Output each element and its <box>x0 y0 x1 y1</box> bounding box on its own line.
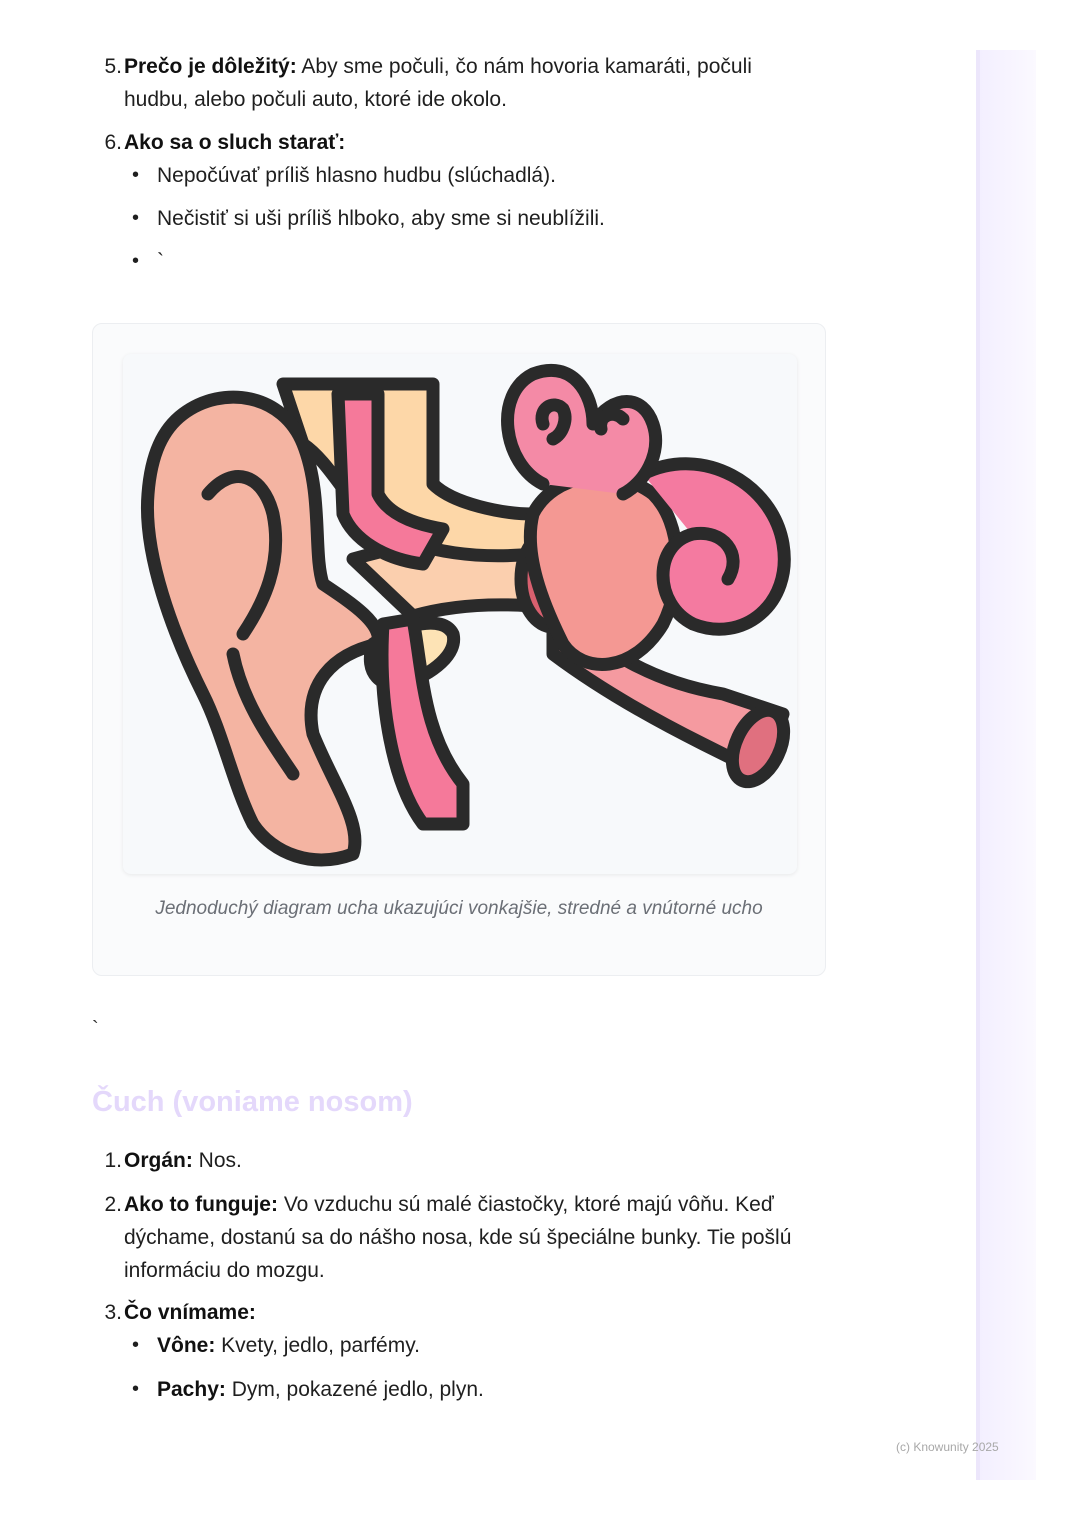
list-label: Ako sa o sluch starať: <box>124 131 346 154</box>
bullet-label: Vône: <box>157 1334 216 1357</box>
list-text-line: Nos. <box>192 1149 242 1172</box>
list-number: 1. <box>104 1149 122 1172</box>
bullet-text: ` <box>157 250 164 273</box>
figure-caption: Jednoduchý diagram ucha ukazujúci vonkaj… <box>155 898 763 919</box>
bullet-dot: • <box>132 1378 140 1400</box>
bullet-dot: • <box>132 164 140 186</box>
list-text: Ako to funguje: Vo vzduchu sú malé čiast… <box>124 1188 824 1287</box>
list-label: Čo vnímame: <box>124 1301 256 1324</box>
list-label: Prečo je dôležitý: <box>124 55 297 78</box>
list-text-line: hudbu, alebo počuli auto, ktoré ide okol… <box>124 88 507 111</box>
bullet-text: Nepočúvať príliš hlasno hudbu (slúchadlá… <box>157 164 556 187</box>
list-number: 6. <box>104 131 122 154</box>
list-number: 5. <box>104 55 122 78</box>
list-text: Prečo je dôležitý: Aby sme počuli, čo ná… <box>124 50 824 116</box>
semicircular-canal-shape <box>501 363 663 501</box>
list-number: 2. <box>104 1193 122 1216</box>
bullet-text: Nečistiť si uši príliš hlboko, aby sme s… <box>157 207 605 230</box>
list-text-line: dýchame, dostanú sa do nášho nosa, kde s… <box>124 1226 792 1249</box>
right-margin-bar <box>976 50 1036 1480</box>
list-text-line: informáciu do mozgu. <box>124 1259 325 1282</box>
bullet-label: Pachy: <box>157 1378 226 1401</box>
list-number: 3. <box>104 1301 122 1324</box>
stray-backtick: ` <box>92 1018 99 1040</box>
bullet-dot: • <box>132 207 140 229</box>
list-label: Orgán: <box>124 1149 193 1172</box>
list-text: Čo vnímame: <box>124 1296 824 1329</box>
vestibule-shape <box>523 470 684 671</box>
bullet-dot: • <box>132 1334 140 1356</box>
copyright-footer: (c) Knowunity 2025 <box>896 1440 999 1454</box>
list-text: Ako sa o sluch starať: <box>124 126 824 159</box>
bullet-text: Pachy: Dym, pokazené jedlo, plyn. <box>157 1373 817 1406</box>
section-heading: Čuch (voniame nosom) <box>92 1086 413 1118</box>
bullet-text: Vône: Kvety, jedlo, parfémy. <box>157 1329 817 1362</box>
ear-diagram-image <box>123 354 797 874</box>
figure-card: Jednoduchý diagram ucha ukazujúci vonkaj… <box>92 323 826 976</box>
list-label: Ako to funguje: <box>124 1193 278 1216</box>
bullet-value: Kvety, jedlo, parfémy. <box>215 1334 420 1357</box>
bullet-dot: • <box>132 250 140 272</box>
list-text-line: Aby sme počuli, čo nám hovoria kamaráti,… <box>296 55 752 78</box>
list-text: Orgán: Nos. <box>124 1144 824 1177</box>
list-text-line: Vo vzduchu sú malé čiastočky, ktoré majú… <box>277 1193 774 1216</box>
bullet-value: Dym, pokazené jedlo, plyn. <box>225 1378 484 1401</box>
ear-anatomy-icon <box>140 363 791 867</box>
